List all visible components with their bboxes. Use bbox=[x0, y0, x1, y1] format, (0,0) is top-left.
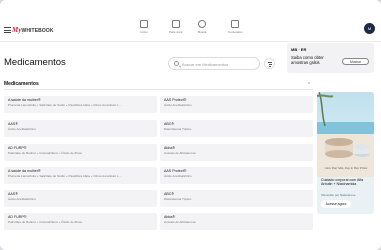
medication-card[interactable]: AAS® Ácido Acetilsalicílico bbox=[4, 190, 157, 207]
medication-card[interactable]: Abba® Acetato de Abiraterona bbox=[160, 213, 313, 230]
medication-name: AAS Protect® bbox=[164, 98, 187, 102]
medication-ingredients: Diamitasona Tópico bbox=[164, 197, 192, 201]
free-samples-promo: MB · ER Saiba como obter amostras grátis… bbox=[287, 43, 374, 73]
for-you-icon bbox=[171, 20, 180, 28]
medication-name: AAS® bbox=[8, 192, 18, 196]
medication-name: A saúde da mulher® bbox=[8, 98, 41, 102]
nav-for-you-label: Para você bbox=[169, 30, 183, 34]
nav-search[interactable]: Busca bbox=[198, 20, 206, 34]
medication-name: ABC® bbox=[164, 192, 175, 196]
filter-icon-line bbox=[268, 64, 272, 65]
ad-caption: Cuidado corporal com Alfa Arbutin + Niac… bbox=[321, 178, 364, 187]
medication-name: A saúde da mulher® bbox=[8, 169, 41, 173]
medication-card[interactable]: AD FURP® Palmitato de Retinol + Colecalc… bbox=[4, 213, 157, 230]
medication-ingredients: Acetato de Abiraterona bbox=[164, 151, 196, 155]
content-icon bbox=[231, 20, 240, 28]
ad-cta-button[interactable]: Acesse agora bbox=[321, 200, 351, 208]
medication-card[interactable]: A saúde da mulher® Plumeria Lanceifolia … bbox=[4, 96, 157, 113]
medication-name: Abba® bbox=[164, 146, 176, 150]
logo-prefix: My bbox=[12, 26, 22, 34]
logo-name: WHITEBOOK bbox=[21, 28, 54, 34]
medication-name: AD FURP® bbox=[8, 146, 27, 150]
nav-search-label: Busca bbox=[198, 30, 207, 34]
medication-ingredients: Diamitasona Tópico bbox=[164, 127, 192, 131]
medication-card[interactable]: Abba® Acetato de Abiraterona bbox=[160, 144, 313, 161]
search-input[interactable] bbox=[182, 59, 258, 69]
nav-content-label: Conteúdos bbox=[228, 30, 243, 34]
medication-card[interactable]: A saúde da mulher® Plumeria Lanceifolia … bbox=[4, 167, 157, 184]
medication-ingredients: Plumeria Lanceifolia + Salicílato de Sód… bbox=[8, 103, 122, 107]
search-icon bbox=[174, 61, 179, 66]
ad-image bbox=[317, 92, 374, 177]
sponsored-ad[interactable]: Glow Your Skin, Stay in Your Prime Cuida… bbox=[317, 92, 374, 214]
hamburger-menu-icon[interactable] bbox=[4, 27, 11, 33]
search-bar[interactable] bbox=[168, 57, 260, 70]
chevron-up-icon[interactable]: ⌃ bbox=[307, 82, 311, 88]
medication-card[interactable]: ABC® Diamitasona Tópico bbox=[160, 120, 313, 137]
medication-card[interactable]: AAS Protect® Ácido Acetilsalicílico bbox=[160, 96, 313, 113]
nav-home[interactable]: Início bbox=[140, 20, 148, 34]
medication-name: AD FURP® bbox=[8, 215, 27, 219]
medication-ingredients: Plumeria Lanceifolia + Salicílato de Sód… bbox=[8, 174, 122, 178]
divider bbox=[4, 89, 313, 90]
medication-name: AAS Protect® bbox=[164, 169, 187, 173]
promo-show-button[interactable]: Mostrar bbox=[342, 58, 369, 65]
medication-name: Abba® bbox=[164, 215, 176, 219]
top-header: MyWHITEBOOK Início Para você Busca Conte… bbox=[0, 0, 381, 42]
page-title: Medicamentos bbox=[4, 57, 66, 68]
medication-ingredients: Ácido Acetilsalicílico bbox=[8, 197, 36, 201]
promo-brand: MB · ER bbox=[291, 47, 307, 52]
search-icon bbox=[198, 20, 207, 28]
medication-card[interactable]: AAS Protect® Ácido Acetilsalicílico bbox=[160, 167, 313, 184]
medication-card[interactable]: AAS® Ácido Acetilsalicílico bbox=[4, 120, 157, 137]
promo-text: Saiba como obter amostras grátis bbox=[291, 55, 324, 65]
section-title: Medicamentos bbox=[4, 81, 39, 87]
filter-icon bbox=[268, 62, 272, 63]
medication-ingredients: Palmitato de Retinol + Colecalciferol + … bbox=[8, 220, 83, 224]
nav-for-you[interactable]: Para você bbox=[169, 20, 183, 34]
nav-content[interactable]: Conteúdos bbox=[228, 20, 243, 34]
medication-ingredients: Ácido Acetilsalicílico bbox=[164, 103, 192, 107]
medication-ingredients: Acetato de Abiraterona bbox=[164, 220, 196, 224]
medication-ingredients: Palmitato de Retinol + Colecalciferol + … bbox=[8, 151, 83, 155]
medication-card[interactable]: ABC® Diamitasona Tópico bbox=[160, 190, 313, 207]
medication-ingredients: Ácido Acetilsalicílico bbox=[8, 127, 36, 131]
app-logo[interactable]: MyWHITEBOOK bbox=[12, 26, 54, 34]
filter-button[interactable] bbox=[264, 58, 275, 69]
nav-home-label: Início bbox=[140, 30, 148, 34]
user-avatar[interactable]: M bbox=[364, 23, 375, 34]
filter-icon-line bbox=[269, 66, 271, 67]
medication-name: AAS® bbox=[8, 122, 18, 126]
ad-sponsor: Oferecido por NaturaLuxe bbox=[321, 193, 356, 197]
medication-name: ABC® bbox=[164, 122, 175, 126]
home-icon bbox=[140, 20, 148, 28]
ad-image-text: Glow Your Skin, Stay in Your Prime bbox=[324, 166, 368, 170]
app-window: MyWHITEBOOK Início Para você Busca Conte… bbox=[0, 0, 381, 250]
medication-card[interactable]: AD FURP® Palmitato de Retinol + Colecalc… bbox=[4, 144, 157, 161]
medication-ingredients: Ácido Acetilsalicílico bbox=[164, 174, 192, 178]
